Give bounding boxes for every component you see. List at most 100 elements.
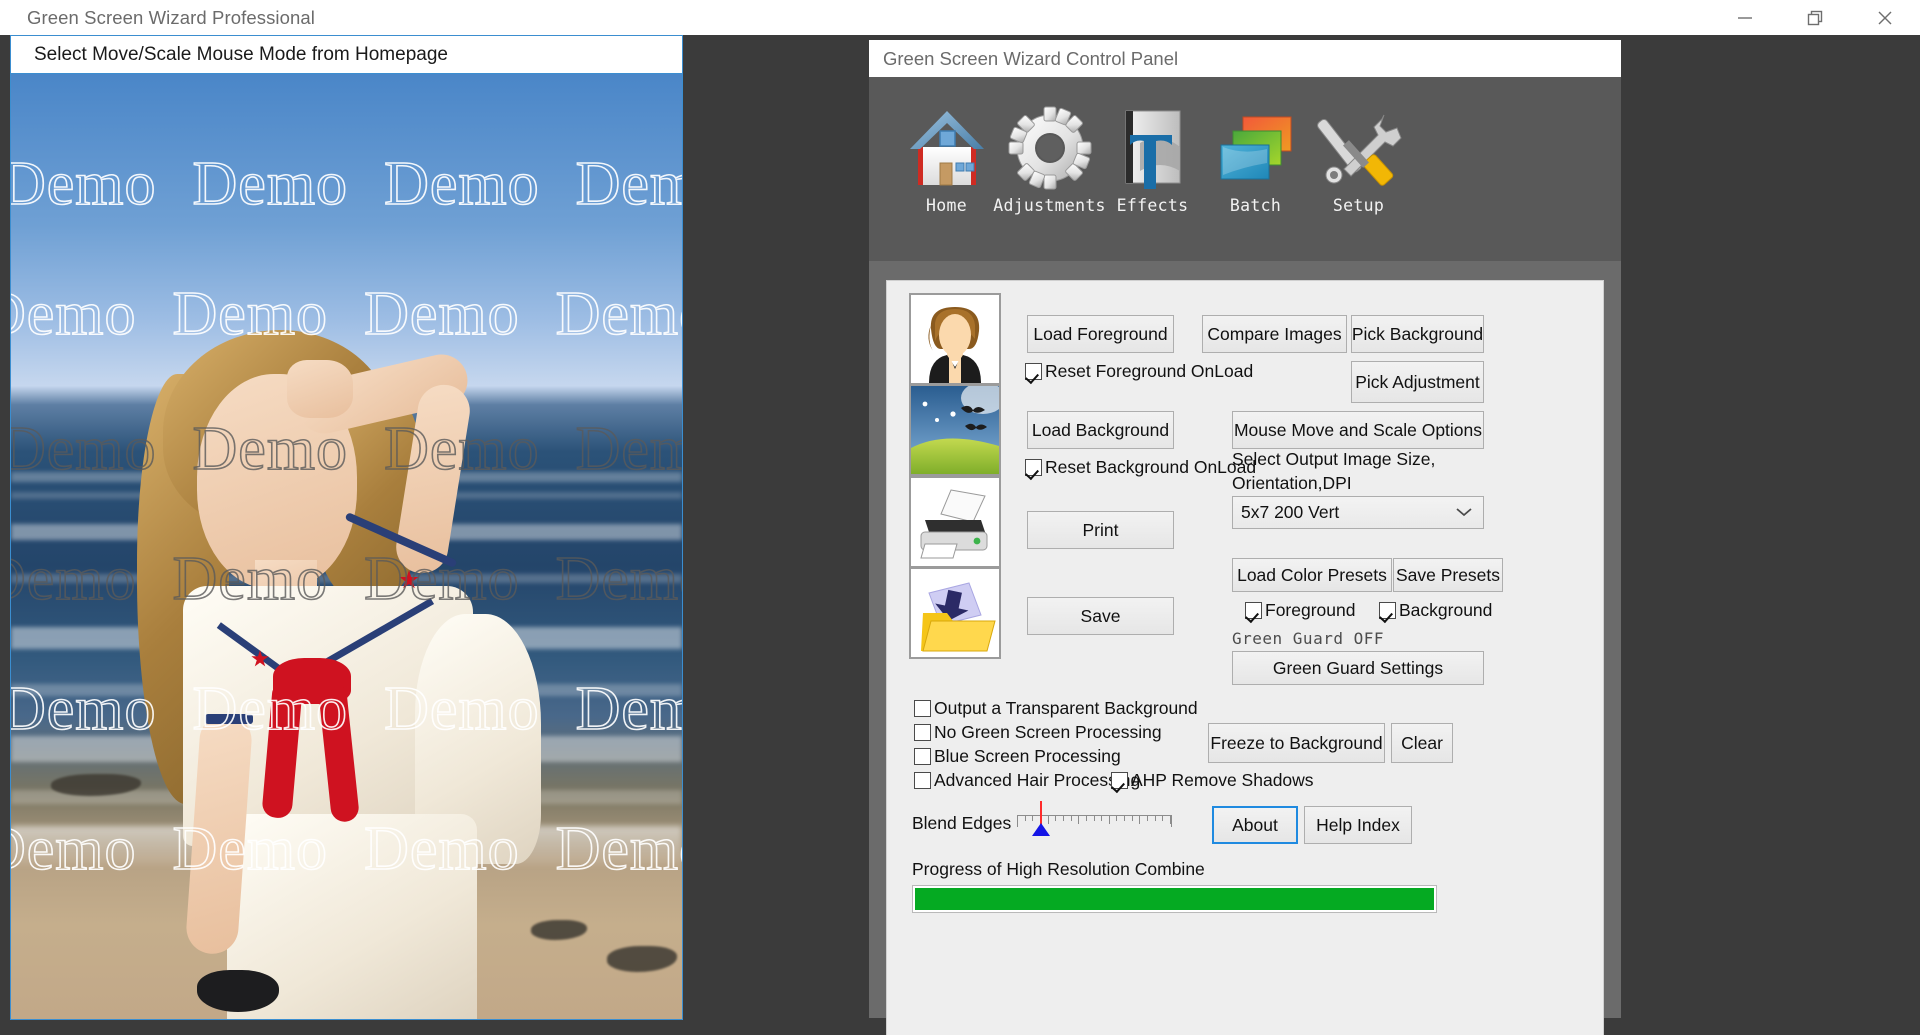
- advanced-hair-processing-checkbox[interactable]: Advanced Hair Processing: [914, 770, 1140, 791]
- save-button[interactable]: Save: [1027, 597, 1174, 635]
- no-green-screen-processing-checkbox[interactable]: No Green Screen Processing: [914, 722, 1162, 743]
- slider-tick: [1086, 815, 1087, 821]
- output-size-label-line1: Select Output Image Size,: [1232, 449, 1436, 469]
- checkbox-box: [1245, 602, 1262, 619]
- control-panel-body: Load Foreground Compare Images Pick Back…: [886, 280, 1604, 1035]
- foreground-checkbox[interactable]: Foreground: [1245, 600, 1355, 621]
- about-button[interactable]: About: [1212, 806, 1298, 844]
- save-thumbnail[interactable]: [909, 567, 1001, 659]
- watermark-word: Demo: [192, 149, 349, 219]
- os-titlebar: Green Screen Wizard Professional: [0, 0, 1920, 35]
- print-button[interactable]: Print: [1027, 511, 1174, 549]
- minimize-button[interactable]: [1710, 0, 1780, 35]
- toolbar-label: Adjustments: [993, 196, 1106, 215]
- pick-background-button[interactable]: Pick Background: [1351, 315, 1484, 353]
- toolbar-item-batch[interactable]: Batch: [1204, 101, 1307, 215]
- watermark-word: Demo: [363, 814, 520, 884]
- background-thumbnail[interactable]: [909, 384, 1001, 476]
- output-size-combobox[interactable]: 5x7 200 Vert: [1232, 496, 1484, 529]
- checkbox-label: Advanced Hair Processing: [934, 770, 1141, 790]
- checkbox-box: [1111, 772, 1128, 789]
- output-transparent-background-checkbox[interactable]: Output a Transparent Background: [914, 698, 1198, 719]
- foreground-thumbnail[interactable]: [909, 293, 1001, 385]
- watermark-word: Demo: [172, 814, 329, 884]
- slider-tick: [1078, 815, 1079, 824]
- clear-button[interactable]: Clear: [1391, 723, 1453, 763]
- checkbox-label: AHP Remove Shadows: [1131, 770, 1314, 790]
- ahp-remove-shadows-checkbox[interactable]: AHP Remove Shadows: [1111, 770, 1314, 791]
- pick-adjustment-button[interactable]: Pick Adjustment: [1351, 361, 1484, 403]
- screen: Green Screen Wizard Professional Select …: [0, 0, 1920, 1035]
- checkbox-label: Foreground: [1265, 600, 1356, 620]
- control-panel-titlebar: Green Screen Wizard Control Panel: [869, 40, 1621, 77]
- load-color-presets-button[interactable]: Load Color Presets: [1232, 558, 1392, 592]
- checkbox-box: [1025, 459, 1042, 476]
- stacked-layers-icon: [1213, 101, 1299, 193]
- watermark-row: Demo Demo Demo Demo: [11, 544, 682, 615]
- app-title: Green Screen Wizard Professional: [27, 6, 316, 28]
- green-guard-settings-button[interactable]: Green Guard Settings: [1232, 651, 1484, 685]
- checkbox-box: [914, 700, 931, 717]
- mouse-move-and-scale-options-button[interactable]: Mouse Move and Scale Options: [1232, 411, 1484, 449]
- toolbar-label: Setup: [1332, 196, 1385, 215]
- slider-tick: [1101, 815, 1102, 821]
- blend-edges-slider[interactable]: [1017, 801, 1172, 841]
- checkbox-label: Blue Screen Processing: [934, 746, 1121, 766]
- close-button[interactable]: [1850, 0, 1920, 35]
- compare-images-button[interactable]: Compare Images: [1202, 315, 1347, 353]
- watermark-word: Demo: [172, 279, 329, 349]
- watermark-word: Demo: [11, 544, 137, 614]
- restore-button[interactable]: [1780, 0, 1850, 35]
- slider-tick: [1155, 815, 1156, 821]
- background-checkbox[interactable]: Background: [1379, 600, 1492, 621]
- checkbox-box: [1379, 602, 1396, 619]
- toolbar-item-adjustments[interactable]: Adjustments: [993, 101, 1105, 215]
- text-effects-icon: [1110, 101, 1196, 193]
- slider-tick: [1116, 815, 1117, 821]
- slider-tick: [1017, 815, 1018, 824]
- watermark-word: Demo: [11, 414, 157, 484]
- watermark-word: Demo: [555, 279, 682, 349]
- output-size-label-line2: Orientation,DPI: [1232, 473, 1352, 493]
- slider-tick: [1094, 815, 1095, 821]
- watermark-word: Demo: [363, 544, 520, 614]
- watermark-row: Demo Demo Demo Demo: [11, 674, 682, 745]
- composited-image-canvas[interactable]: DemoDemoDemoDemoDemoDemoDemoDemoDemoDemo…: [11, 74, 682, 1019]
- preview-window-header: Select Move/Scale Mouse Mode from Homepa…: [11, 36, 682, 74]
- watermark-row: Demo Demo Demo Demo: [11, 414, 682, 485]
- toolbar-item-effects[interactable]: Effects: [1101, 101, 1204, 215]
- wrench-screwdriver-icon: [1316, 101, 1402, 193]
- slider-tick: [1139, 815, 1140, 824]
- reset-foreground-onload-checkbox[interactable]: Reset Foreground OnLoad: [1025, 361, 1253, 382]
- toolbar-label: Effects: [1116, 196, 1189, 215]
- progress-bar-fill: [915, 888, 1434, 910]
- load-foreground-button[interactable]: Load Foreground: [1027, 315, 1174, 353]
- toolbar-item-home[interactable]: Home: [895, 101, 998, 215]
- watermark-word: Demo: [575, 674, 682, 744]
- control-panel-window: Green Screen Wizard Control Panel Home A…: [869, 40, 1621, 1035]
- watermark-word: Demo: [11, 149, 157, 219]
- slider-tick: [1025, 815, 1026, 821]
- print-thumbnail[interactable]: [909, 476, 1001, 568]
- toolbar-label: Home: [926, 196, 967, 215]
- load-background-button[interactable]: Load Background: [1027, 411, 1174, 449]
- slider-tick: [1147, 815, 1148, 821]
- reset-background-onload-checkbox[interactable]: Reset Background OnLoad: [1025, 457, 1256, 478]
- freeze-to-background-button[interactable]: Freeze to Background: [1208, 723, 1385, 763]
- combobox-value: 5x7 200 Vert: [1241, 502, 1340, 522]
- slider-thumb[interactable]: [1032, 823, 1050, 836]
- toolbar-item-setup[interactable]: Setup: [1307, 101, 1410, 215]
- watermark-word: Demo: [11, 674, 157, 744]
- watermark-word: Demo: [383, 674, 540, 744]
- preview-instruction-text: Select Move/Scale Mouse Mode from Homepa…: [34, 43, 448, 65]
- checkbox-box: [1025, 363, 1042, 380]
- save-presets-button[interactable]: Save Presets: [1393, 558, 1503, 592]
- progress-bar: [912, 885, 1437, 913]
- watermark-row: Demo Demo Demo Demo: [11, 814, 682, 885]
- help-index-button[interactable]: Help Index: [1304, 806, 1412, 844]
- blue-screen-processing-checkbox[interactable]: Blue Screen Processing: [914, 746, 1121, 767]
- watermark-word: Demo: [363, 279, 520, 349]
- progress-label: Progress of High Resolution Combine: [912, 859, 1205, 879]
- watermark-word: Demo: [383, 414, 540, 484]
- green-guard-status: Green Guard OFF: [1232, 629, 1384, 648]
